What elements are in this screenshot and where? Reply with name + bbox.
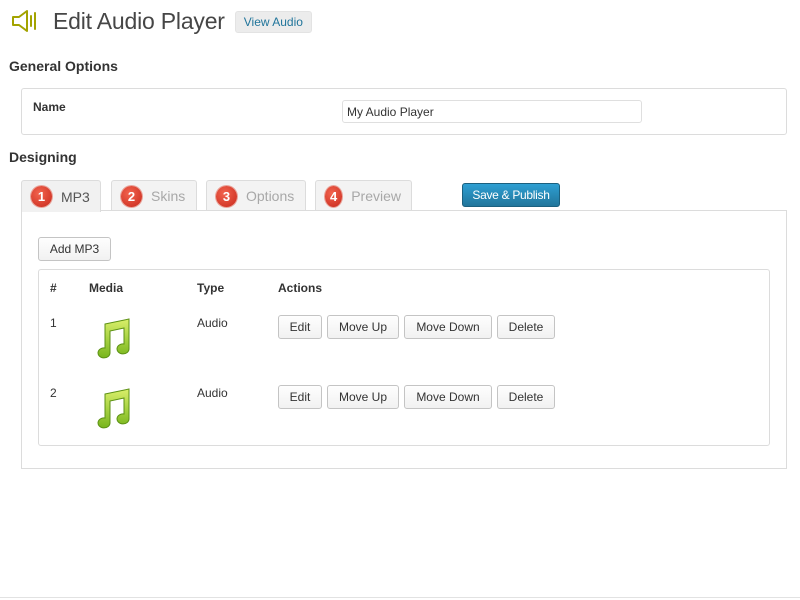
move-down-button[interactable]: Move Down bbox=[404, 315, 492, 339]
move-down-button[interactable]: Move Down bbox=[404, 385, 492, 409]
table-row: 1 Audio Edit Move Up Move Down Delete bbox=[39, 315, 769, 376]
move-up-button[interactable]: Move Up bbox=[327, 385, 399, 409]
name-input[interactable] bbox=[342, 100, 642, 123]
tab-label: Options bbox=[246, 188, 295, 204]
row-type: Audio bbox=[197, 386, 228, 400]
page-title: Edit Audio Player bbox=[53, 7, 225, 34]
media-table: # Media Type Actions 1 Audio Edit Move U… bbox=[38, 269, 770, 446]
view-audio-button[interactable]: View Audio bbox=[234, 11, 312, 33]
step-badge: 2 bbox=[121, 185, 142, 207]
speaker-icon bbox=[12, 10, 36, 32]
row-type: Audio bbox=[197, 316, 228, 330]
name-label: Name bbox=[33, 100, 66, 114]
column-header-number: # bbox=[50, 281, 57, 295]
music-note-icon bbox=[97, 318, 130, 359]
edit-button[interactable]: Edit bbox=[278, 315, 322, 339]
row-number: 1 bbox=[50, 316, 57, 330]
step-badge: 4 bbox=[325, 185, 343, 207]
general-options-box: Name bbox=[21, 88, 787, 135]
mp3-panel: Add MP3 # Media Type Actions 1 Audio Edi… bbox=[21, 210, 787, 469]
save-publish-button[interactable]: Save & Publish bbox=[462, 183, 560, 207]
table-row: 2 Audio Edit Move Up Move Down Delete bbox=[39, 385, 769, 446]
step-badge: 3 bbox=[216, 185, 237, 207]
tab-label: MP3 bbox=[61, 188, 90, 205]
tab-label: Skins bbox=[151, 188, 186, 204]
column-header-type: Type bbox=[197, 281, 225, 295]
page-header: Edit Audio Player View Audio bbox=[10, 6, 312, 36]
tab-preview[interactable]: 4 Preview bbox=[315, 180, 412, 211]
designing-heading: Designing bbox=[9, 149, 77, 165]
column-header-media: Media bbox=[89, 281, 124, 295]
row-number: 2 bbox=[50, 386, 57, 400]
footer-divider bbox=[0, 597, 800, 598]
tab-label: Preview bbox=[351, 188, 401, 204]
music-note-icon bbox=[97, 388, 130, 429]
tab-mp3[interactable]: 1 MP3 bbox=[21, 180, 101, 212]
column-header-actions: Actions bbox=[278, 281, 323, 295]
edit-button[interactable]: Edit bbox=[278, 385, 322, 409]
tab-options[interactable]: 3 Options bbox=[206, 180, 306, 211]
step-badge: 1 bbox=[31, 186, 52, 207]
delete-button[interactable]: Delete bbox=[497, 385, 555, 409]
general-options-heading: General Options bbox=[9, 58, 118, 74]
add-mp3-button[interactable]: Add MP3 bbox=[38, 237, 111, 261]
tab-skins[interactable]: 2 Skins bbox=[111, 180, 197, 211]
delete-button[interactable]: Delete bbox=[497, 315, 555, 339]
move-up-button[interactable]: Move Up bbox=[327, 315, 399, 339]
